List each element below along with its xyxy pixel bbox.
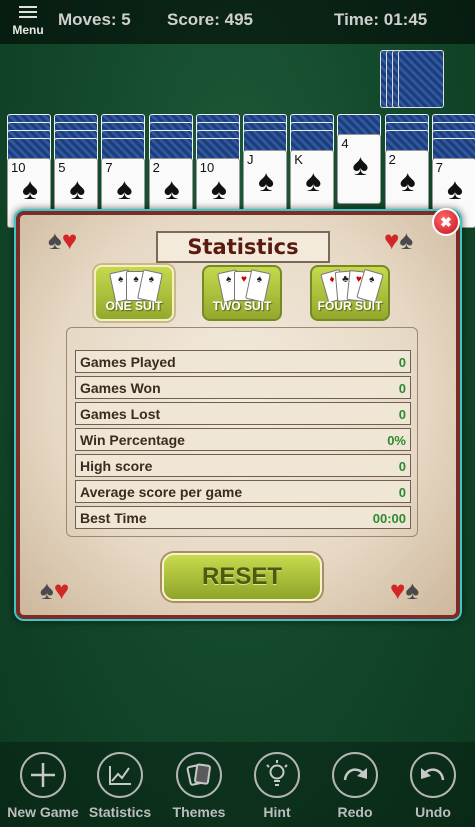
statistics-label: Statistics [88, 804, 152, 820]
spade-heart-icon: ♠♥ [40, 575, 70, 605]
tableau-column[interactable]: K ♠ [290, 114, 335, 224]
stat-label: Games Played [80, 354, 176, 370]
menu-button[interactable]: Menu [8, 4, 48, 40]
tableau-column[interactable]: 10 ♠ [7, 114, 51, 228]
menu-label: Menu [12, 23, 44, 37]
stat-value: 0% [387, 433, 406, 448]
spade-icon: ♠ [446, 173, 463, 206]
tableau-column[interactable]: 7 ♠ [101, 114, 146, 228]
spade-icon: ♠ [163, 173, 180, 206]
stat-value: 0 [398, 459, 406, 474]
cards-icon [176, 752, 222, 798]
stats-row-high-score: High score 0 [75, 454, 411, 477]
four-suit-label: FOUR SUIT [317, 299, 383, 313]
stat-label: Best Time [80, 510, 147, 526]
tableau-column[interactable]: 4 ♠ [337, 114, 382, 224]
one-suit-label: ONE SUIT [105, 299, 163, 313]
hamburger-icon [19, 6, 37, 19]
score-counter: Score: 495 [167, 10, 253, 29]
spade-icon: ♠ [69, 173, 86, 206]
one-suit-button[interactable]: ♠ ♠ ♠ ONE SUIT [94, 265, 174, 321]
stat-value: 00:00 [372, 511, 406, 526]
close-icon[interactable]: ✖ [432, 208, 460, 236]
stats-row-games-lost: Games Lost 0 [75, 402, 411, 425]
spade-icon: ♠ [258, 165, 274, 198]
lightbulb-icon [254, 752, 300, 798]
stat-label: Games Won [80, 380, 161, 396]
spade-icon: ♠ [210, 173, 227, 206]
spade-icon: ♠ [305, 165, 322, 198]
top-bar: Menu Moves: 5 Score: 495 Time: 01:45 [0, 0, 475, 44]
card-face[interactable]: 4 ♠ [337, 134, 382, 204]
spade-icon: ♠ [116, 173, 133, 206]
undo-icon [410, 752, 456, 798]
stat-label: Average score per game [80, 484, 243, 500]
dialog-panel: ♠♥ ♥♠ ♠♥ ♥♠ Statistics ♠ ♠ ♠ ONE SUIT ♠ … [20, 215, 456, 615]
redo-icon [332, 752, 378, 798]
reset-label: RESET [201, 563, 282, 590]
two-suit-label: TWO SUIT [212, 299, 272, 313]
stats-row-games-played: Games Played 0 [75, 350, 411, 373]
stock-pile[interactable] [380, 50, 452, 110]
time-counter: Time: 01:45 [334, 10, 428, 29]
undo-button[interactable]: Undo [388, 752, 475, 820]
spade-icon: ♠ [399, 165, 416, 198]
redo-button[interactable]: Redo [310, 752, 400, 820]
plus-icon [20, 752, 66, 798]
two-suit-button[interactable]: ♠ ♥ ♠ TWO SUIT [202, 265, 282, 321]
stats-row-win-percentage: Win Percentage 0% [75, 428, 411, 451]
undo-label: Undo [415, 804, 451, 820]
tableau-column[interactable]: 10 ♠ [195, 114, 240, 228]
stat-value: 0 [398, 407, 406, 422]
spade-icon: ♠ [352, 149, 369, 182]
heart-spade-icon: ♥♠ [384, 225, 414, 255]
moves-counter: Moves: 5 [58, 10, 131, 29]
redo-label: Redo [337, 804, 373, 820]
hint-label: Hint [263, 804, 291, 820]
hint-button[interactable]: Hint [232, 752, 322, 820]
tableau-column[interactable]: 5 ♠ [54, 114, 99, 228]
statistics-dialog: ♠♥ ♥♠ ♠♥ ♥♠ Statistics ♠ ♠ ♠ ONE SUIT ♠ … [14, 209, 462, 621]
bottom-toolbar: New Game Statistics Themes Hint Redo Und… [0, 742, 475, 827]
dialog-title-box: Statistics [156, 231, 330, 263]
stats-row-best-time: Best Time 00:00 [75, 506, 411, 529]
stat-value: 0 [398, 485, 406, 500]
heart-spade-icon: ♥♠ [390, 575, 420, 605]
themes-button[interactable]: Themes [154, 752, 244, 820]
tableau-column[interactable]: 7 ♠ [431, 114, 475, 228]
tableau-column[interactable]: 2 ♠ [384, 114, 429, 224]
reset-button[interactable]: RESET [162, 553, 322, 601]
stat-label: High score [80, 458, 153, 474]
chart-icon [97, 752, 143, 798]
tableau-column[interactable]: 2 ♠ [148, 114, 193, 228]
stat-value: 0 [398, 355, 406, 370]
stat-label: Games Lost [80, 406, 161, 422]
tableau-column[interactable]: J ♠ [243, 114, 287, 224]
dialog-title: Statistics [187, 235, 299, 259]
spade-icon: ♠ [22, 173, 38, 206]
stat-label: Win Percentage [80, 432, 185, 448]
spade-heart-icon: ♠♥ [48, 225, 78, 255]
stat-value: 0 [398, 381, 406, 396]
stats-table: Games Played 0 Games Won 0 Games Lost 0 … [66, 327, 418, 537]
themes-label: Themes [172, 804, 226, 820]
four-suit-button[interactable]: ♦ ♣ ♥ ♠ FOUR SUIT [310, 265, 390, 321]
stats-row-average-score: Average score per game 0 [75, 480, 411, 503]
stats-row-games-won: Games Won 0 [75, 376, 411, 399]
statistics-button[interactable]: Statistics [75, 752, 165, 820]
